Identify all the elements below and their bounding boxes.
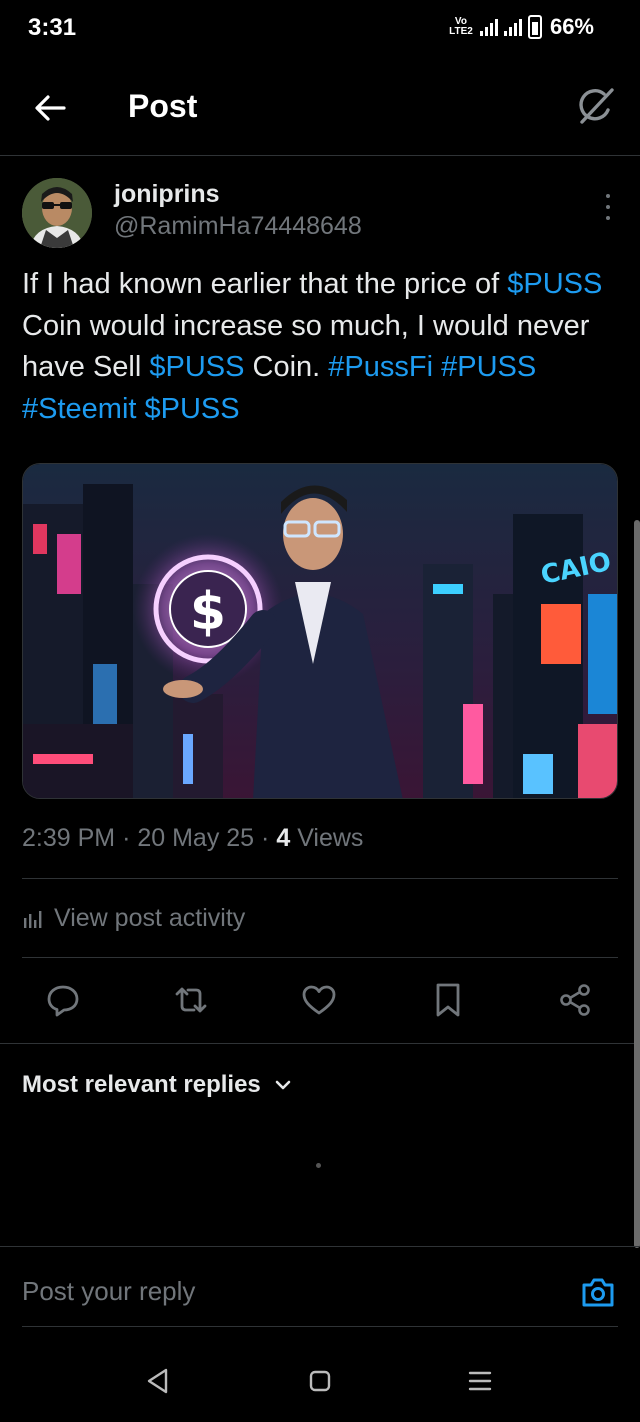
menu-lines-icon: [468, 1371, 492, 1391]
repost-button[interactable]: [169, 978, 213, 1022]
cashtag-link[interactable]: $PUSS: [145, 393, 240, 425]
like-icon: [302, 985, 336, 1015]
grok-icon: [579, 88, 614, 124]
repost-icon: [175, 987, 207, 1013]
avatar-image: [22, 178, 92, 248]
cashtag-link[interactable]: $PUSS: [149, 351, 244, 383]
analytics-icon: [24, 910, 42, 928]
volte-icon: Vo LTE2: [449, 16, 473, 37]
signal-4g-icon: [503, 18, 522, 36]
hashtag-link[interactable]: #Steemit: [22, 393, 136, 425]
post-image[interactable]: CAIO $: [22, 463, 618, 799]
post-meta: 2:39 PM · 20 May 25 · 4 Views: [22, 824, 363, 853]
reply-button[interactable]: [41, 978, 85, 1022]
nav-recents-button[interactable]: [460, 1364, 500, 1398]
system-nav-bar: [0, 1340, 640, 1422]
grok-button[interactable]: [574, 84, 618, 128]
reply-icon: [47, 985, 79, 1017]
square-home-icon: [309, 1370, 331, 1392]
like-button[interactable]: [297, 978, 341, 1022]
author-name[interactable]: joniprins: [114, 180, 220, 209]
chevron-down-icon: [275, 1080, 291, 1090]
svg-text:$: $: [190, 582, 226, 642]
status-bar: 3:31 Vo LTE2 66%: [0, 0, 640, 60]
post-text: If I had known earlier that the price of…: [22, 264, 622, 430]
page-title: Post: [128, 88, 198, 124]
author-handle[interactable]: @RamimHa74448648: [114, 212, 362, 241]
post-text-segment: [433, 351, 441, 383]
post-text-segment: Coin.: [244, 351, 329, 383]
reply-input[interactable]: Post your reply: [22, 1276, 542, 1307]
divider: [22, 878, 618, 879]
bookmark-icon: [436, 983, 460, 1017]
camera-icon: [582, 1278, 614, 1307]
status-time: 3:31: [28, 14, 77, 41]
share-icon: [560, 984, 590, 1016]
divider: [22, 957, 618, 958]
nav-home-button[interactable]: [300, 1364, 340, 1398]
more-options-button[interactable]: [602, 194, 614, 220]
nav-back-button[interactable]: [138, 1364, 178, 1398]
status-icons: Vo LTE2 66%: [448, 14, 594, 40]
back-button[interactable]: [30, 88, 70, 128]
replies-sort-dropdown[interactable]: Most relevant replies: [22, 1071, 293, 1099]
post-time: 2:39 PM: [22, 824, 116, 852]
arrow-left-icon: [35, 95, 66, 121]
meta-separator: ·: [261, 824, 270, 852]
signal-icon: [479, 18, 498, 36]
avatar[interactable]: [22, 178, 92, 248]
more-dot-icon: [606, 194, 610, 198]
divider: [22, 1326, 618, 1327]
meta-separator: ·: [122, 824, 131, 852]
divider: [0, 1246, 640, 1247]
more-dot-icon: [606, 205, 610, 209]
hashtag-link[interactable]: #PUSS: [441, 351, 536, 383]
loading-indicator: [316, 1163, 321, 1168]
cashtag-link[interactable]: $PUSS: [507, 268, 602, 300]
post-text-segment: [136, 393, 144, 425]
battery-icon: [527, 15, 542, 39]
divider: [0, 1043, 640, 1044]
camera-button[interactable]: [580, 1274, 616, 1310]
view-post-activity-link[interactable]: View post activity: [22, 904, 245, 933]
scrollbar[interactable]: [634, 520, 640, 1248]
hashtag-link[interactable]: #PussFi: [328, 351, 433, 383]
views-count: 4: [276, 824, 291, 852]
post-text-segment: If I had known earlier that the price of: [22, 268, 508, 300]
triangle-back-icon: [147, 1368, 168, 1394]
share-button[interactable]: [553, 978, 597, 1022]
bookmark-button[interactable]: [426, 978, 470, 1022]
activity-label: View post activity: [54, 904, 246, 932]
post-date: 20 May 25: [137, 824, 255, 852]
more-dot-icon: [606, 216, 610, 220]
post-image-graphic: CAIO $: [23, 464, 617, 798]
battery-percent: 66%: [549, 14, 594, 39]
action-bar: [0, 978, 640, 1024]
top-bar: Post: [0, 60, 640, 156]
replies-sort-label: Most relevant replies: [22, 1071, 261, 1098]
views-label: Views: [297, 824, 364, 852]
